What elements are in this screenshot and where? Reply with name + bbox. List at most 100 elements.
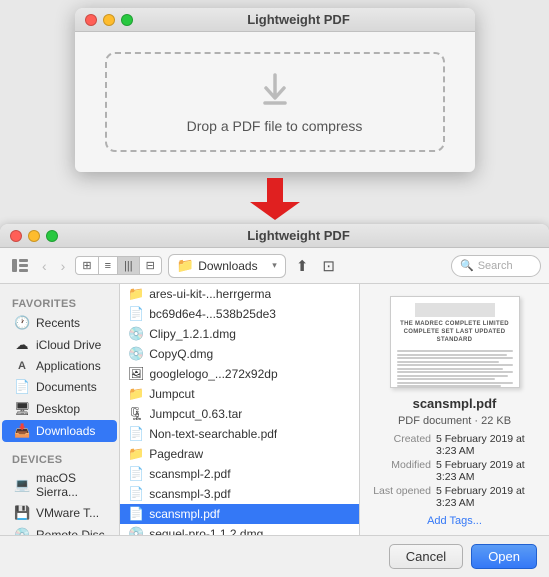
sidebar-item-label: Remote Disc: [36, 528, 105, 535]
app-window: Lightweight PDF Drop a PDF file to compr…: [75, 8, 475, 172]
sidebar-item-desktop[interactable]: 🖥 Desktop: [2, 398, 117, 420]
file-row-selected[interactable]: 📄 scansmpl.pdf: [120, 504, 359, 524]
open-button[interactable]: Open: [471, 544, 537, 569]
list-view-button[interactable]: ≡: [99, 257, 118, 274]
share-button[interactable]: ⬆: [292, 255, 313, 277]
file-row[interactable]: 📄 scansmpl-3.pdf: [120, 484, 359, 504]
sidebar-item-documents[interactable]: 📄 Documents: [2, 376, 117, 398]
back-button[interactable]: ‹: [38, 256, 51, 276]
desktop-icon: 🖥: [14, 401, 30, 417]
dialog-bottom: Cancel Open: [0, 535, 549, 577]
sidebar-item-recents[interactable]: 🕐 Recents: [2, 312, 117, 334]
toolbar: ‹ › ⊞ ≡ ||| ⊟ 📁 Downloads ▾ ⬆ ⊡ 🔍 Search: [0, 248, 549, 284]
sidebar-item-label: Documents: [36, 380, 97, 394]
action-button[interactable]: ⊡: [318, 255, 339, 277]
search-placeholder: Search: [478, 260, 513, 272]
sidebar-item-macos[interactable]: 💻 macOS Sierra...: [2, 468, 117, 502]
file-row[interactable]: 🗜 Jumpcut_0.63.tar: [120, 404, 359, 424]
file-row[interactable]: 💿 sequel-pro-1.1.2.dmg: [120, 524, 359, 535]
icon-view-button[interactable]: ⊞: [76, 257, 98, 274]
preview-filename: scansmpl.pdf: [413, 396, 497, 411]
folder-icon: 📁: [128, 386, 144, 402]
file-name: Clipy_1.2.1.dmg: [149, 327, 236, 341]
view-controls: ⊞ ≡ ||| ⊟: [75, 256, 161, 275]
file-row[interactable]: 📁 Jumpcut: [120, 384, 359, 404]
sidebar-item-downloads[interactable]: 📥 Downloads: [2, 420, 117, 442]
download-icon: [255, 70, 295, 110]
minimize-button[interactable]: [103, 14, 115, 26]
sidebar-item-remote[interactable]: 💿 Remote Disc: [2, 524, 117, 535]
file-row[interactable]: 📁 ares-ui-kit-...herrgerma: [120, 284, 359, 304]
vmware-icon: 💾: [14, 505, 30, 521]
close-button[interactable]: [85, 14, 97, 26]
documents-icon: 📄: [14, 379, 30, 395]
lastopened-label: Last opened: [368, 485, 436, 509]
titlebar-buttons: [85, 14, 133, 26]
meta-row-lastopened: Last opened 5 February 2019 at 3:23 AM: [368, 485, 541, 509]
file-row[interactable]: 📁 Pagedraw: [120, 444, 359, 464]
sidebar-item-icloud[interactable]: ☁ iCloud Drive: [2, 334, 117, 356]
dialog-title: Lightweight PDF: [58, 228, 539, 243]
file-name: ares-ui-kit-...herrgerma: [149, 287, 271, 301]
file-row[interactable]: 📄 scansmpl-2.pdf: [120, 464, 359, 484]
red-arrow-icon: [250, 178, 300, 220]
file-name: Jumpcut_0.63.tar: [150, 407, 243, 421]
gallery-view-button[interactable]: ⊟: [140, 257, 161, 274]
pdf-icon: 📄: [128, 466, 144, 482]
file-name: sequel-pro-1.1.2.dmg: [149, 527, 263, 535]
favorites-label: Favorites: [0, 292, 119, 312]
folder-icon: 📁: [128, 446, 144, 462]
file-row[interactable]: 💿 CopyQ.dmg: [120, 344, 359, 364]
devices-label: Devices: [0, 448, 119, 468]
dialog-minimize-button[interactable]: [28, 230, 40, 242]
modified-label: Modified: [368, 459, 436, 483]
file-name: googlelogo_...272x92dp: [150, 367, 278, 381]
column-view-button[interactable]: |||: [118, 257, 140, 274]
archive-icon: 🗜: [128, 406, 145, 422]
file-row[interactable]: 💿 Clipy_1.2.1.dmg: [120, 324, 359, 344]
sidebar-item-label: VMware T...: [36, 506, 99, 520]
drop-zone[interactable]: Drop a PDF file to compress: [105, 52, 445, 152]
sidebar-item-label: macOS Sierra...: [36, 471, 105, 499]
dialog-titlebar-buttons: [10, 230, 58, 242]
sidebar-item-vmware[interactable]: 💾 VMware T...: [2, 502, 117, 524]
pdf-icon: 📄: [128, 426, 144, 442]
sidebar-item-label: Recents: [36, 316, 80, 330]
macos-icon: 💻: [14, 477, 30, 493]
lastopened-value: 5 February 2019 at 3:23 AM: [436, 485, 541, 509]
dialog-close-button[interactable]: [10, 230, 22, 242]
pdf-icon: 📄: [128, 486, 144, 502]
file-name: Jumpcut: [149, 387, 194, 401]
add-tags-link[interactable]: Add Tags...: [427, 515, 482, 527]
app-titlebar: Lightweight PDF: [75, 8, 475, 32]
sidebar: Favorites 🕐 Recents ☁ iCloud Drive A App…: [0, 284, 120, 535]
preview-type: PDF document · 22 KB: [398, 415, 511, 427]
maximize-button[interactable]: [121, 14, 133, 26]
forward-button[interactable]: ›: [57, 256, 70, 276]
file-name: Non-text-searchable.pdf: [149, 427, 277, 441]
icloud-icon: ☁: [14, 337, 30, 353]
downloads-icon: 📥: [14, 423, 30, 439]
applications-icon: A: [14, 360, 30, 372]
file-icon: 📄: [128, 306, 144, 322]
folder-icon: 📁: [177, 257, 194, 274]
location-dropdown[interactable]: 📁 Downloads ▾: [168, 254, 286, 278]
file-name: CopyQ.dmg: [149, 347, 213, 361]
modified-value: 5 February 2019 at 3:23 AM: [436, 459, 541, 483]
search-box[interactable]: 🔍 Search: [451, 255, 541, 277]
file-row[interactable]: 📄 bc69d6e4-...538b25de3: [120, 304, 359, 324]
sidebar-item-label: Applications: [36, 359, 101, 373]
file-row[interactable]: 📄 Non-text-searchable.pdf: [120, 424, 359, 444]
file-row[interactable]: 🖼 googlelogo_...272x92dp: [120, 364, 359, 384]
meta-row-created: Created 5 February 2019 at 3:23 AM: [368, 433, 541, 457]
dialog-maximize-button[interactable]: [46, 230, 58, 242]
sidebar-item-applications[interactable]: A Applications: [2, 356, 117, 376]
dmg-icon: 💿: [128, 346, 144, 362]
cancel-button[interactable]: Cancel: [389, 544, 463, 569]
meta-row-modified: Modified 5 February 2019 at 3:23 AM: [368, 459, 541, 483]
drop-text: Drop a PDF file to compress: [187, 118, 363, 134]
sidebar-item-label: iCloud Drive: [36, 338, 101, 352]
dialog-window: Lightweight PDF ‹ › ⊞ ≡ ||| ⊟ 📁 Download…: [0, 224, 549, 577]
sidebar-toggle-button[interactable]: [8, 257, 32, 274]
pdf-icon: 📄: [128, 506, 144, 522]
